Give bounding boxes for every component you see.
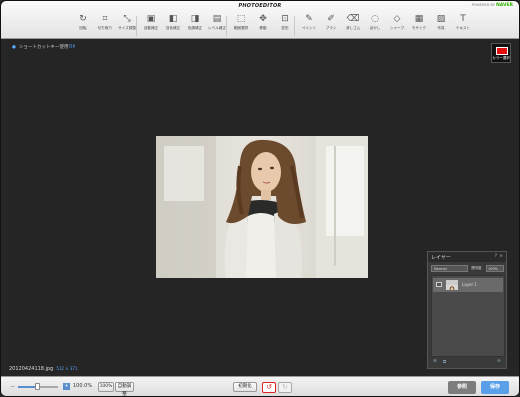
tool-tone-correct-button[interactable]: ◨ 色調補正 xyxy=(183,12,207,38)
toolbar-separator xyxy=(294,16,295,36)
layer-controls: Normal 透明度 100% xyxy=(431,265,505,273)
tool-blur-button[interactable]: ◌ ぼかし xyxy=(363,12,387,38)
photo-icon: ▨ xyxy=(436,14,446,24)
tool-label: 色調補正 xyxy=(187,26,203,30)
tool-selection-button[interactable]: ⬚ 範囲選択 xyxy=(229,12,253,38)
tool-color-correct-button[interactable]: ◧ 自色補正 xyxy=(161,12,185,38)
fit-to-window-button[interactable]: 自動調整 xyxy=(115,382,134,396)
duplicate-layer-icon[interactable]: ⧉ xyxy=(443,359,446,365)
tool-move-button[interactable]: ✥ 移動 xyxy=(251,12,275,38)
tool-label: 自動補正 xyxy=(143,26,159,30)
help-icon[interactable]: ? xyxy=(495,254,497,259)
color-picker-label: カラー選択 xyxy=(492,56,510,60)
opacity-label: 透明度 xyxy=(471,266,482,270)
color-correct-icon: ◧ xyxy=(168,14,178,24)
zoom-in-button[interactable]: + xyxy=(63,383,70,390)
tool-label: 回転 xyxy=(79,26,87,30)
browse-button[interactable]: 参照 xyxy=(448,381,476,394)
delete-layer-icon[interactable]: ⊖ xyxy=(497,359,501,364)
layer-thumbnail xyxy=(446,280,458,290)
close-icon[interactable]: × xyxy=(499,254,503,259)
opacity-select[interactable]: 100% xyxy=(486,265,504,272)
tool-rotate-button[interactable]: ↻ 回転 xyxy=(71,12,95,38)
tool-mosaic-button[interactable]: ▦ モザイク xyxy=(407,12,431,38)
photo-editor-window: PHOTOEDITOR POWERED BY NAVER ↻ 回転 ⌗ 切り取り ⤡ サイ… xyxy=(0,0,520,397)
layer-thumbnail-image xyxy=(446,285,458,290)
rotate-icon: ↻ xyxy=(79,14,87,24)
mosaic-icon: ▦ xyxy=(414,14,424,24)
zoom-slider-knob[interactable] xyxy=(35,383,40,390)
undo-button[interactable]: ↺ xyxy=(262,382,276,393)
tool-label: 消しゴム xyxy=(345,26,361,30)
tool-crop-button[interactable]: ⌗ 切り取り xyxy=(93,12,117,38)
sharpen-icon: ◇ xyxy=(393,14,401,24)
zoom-out-button[interactable]: − xyxy=(10,383,15,390)
paint-icon: ✎ xyxy=(305,14,313,24)
portrait-photo xyxy=(156,136,368,278)
tool-label: シャープ xyxy=(389,26,405,30)
tool-label: 写真 xyxy=(437,26,445,30)
tool-label: 移動 xyxy=(259,26,267,30)
top-toolbar: PHOTOEDITOR POWERED BY NAVER ↻ 回転 ⌗ 切り取り ⤡ サイ… xyxy=(1,1,519,39)
move-icon: ✥ xyxy=(259,14,267,24)
zoom-slider[interactable] xyxy=(18,383,58,390)
tool-label: 自色補正 xyxy=(165,26,181,30)
layer-visibility-icon[interactable] xyxy=(436,282,442,287)
layer-panel: レイヤー ? × Normal 透明度 100% Layer 1 ⊕ ⧉ ⊖ xyxy=(427,251,507,369)
save-button[interactable]: 保存 xyxy=(481,381,509,394)
layer-row[interactable]: Layer 1 xyxy=(433,278,503,292)
brush-icon: ✐ xyxy=(327,14,335,24)
tool-label: モザイク xyxy=(411,26,427,30)
bottom-bar: − + 100.0% 100% 自動調整 初期化 ↺ ↻ 参照 保存 xyxy=(1,376,519,396)
tool-label: 切り取り xyxy=(97,26,113,30)
tool-label: 範囲選択 xyxy=(233,26,249,30)
blur-icon: ◌ xyxy=(371,14,379,24)
layer-name: Layer 1 xyxy=(462,282,477,287)
text-icon: T xyxy=(460,14,466,24)
selection-icon: ⬚ xyxy=(236,14,246,24)
layer-panel-title: レイヤー xyxy=(431,255,451,261)
zoom-value: 100.0% xyxy=(73,383,93,389)
tool-paint-button[interactable]: ✎ ペイント xyxy=(297,12,321,38)
powered-by-label: POWERED BY NAVER xyxy=(471,3,513,8)
shortcut-tip[interactable]: ● ショートカットキー使用TIP xyxy=(12,44,75,50)
eraser-icon: ⌫ xyxy=(346,14,360,24)
canvas-image[interactable] xyxy=(156,136,368,278)
tool-eraser-button[interactable]: ⌫ 消しゴム xyxy=(341,12,365,38)
blend-mode-select[interactable]: Normal xyxy=(431,265,468,272)
toolbar-separator xyxy=(136,16,137,36)
add-layer-icon[interactable]: ⊕ xyxy=(433,359,437,364)
color-picker-button[interactable]: カラー選択 xyxy=(491,43,511,63)
tool-label: ぼかし xyxy=(369,26,381,30)
layer-panel-header: レイヤー ? × xyxy=(428,252,506,262)
tool-sharpen-button[interactable]: ◇ シャープ xyxy=(385,12,409,38)
file-info: 20120424118.jpg 512 × 371 xyxy=(9,366,78,372)
tool-text-button[interactable]: T テキスト xyxy=(451,12,475,38)
tool-auto-correct-button[interactable]: ▣ 自動補正 xyxy=(139,12,163,38)
auto-correct-icon: ▣ xyxy=(146,14,156,24)
app-logo: PHOTOEDITOR xyxy=(238,3,282,9)
layer-panel-footer: ⊕ ⧉ ⊖ xyxy=(431,359,505,367)
actual-size-button[interactable]: 100% xyxy=(98,382,114,392)
crop-icon: ⌗ xyxy=(102,14,108,24)
color-swatch xyxy=(496,47,508,55)
tip-bullet-icon: ● xyxy=(12,45,16,50)
tool-label: ブラシ xyxy=(325,26,337,30)
tool-photo-button[interactable]: ▨ 写真 xyxy=(429,12,453,38)
redo-button[interactable]: ↻ xyxy=(278,382,292,393)
tool-label: ペイント xyxy=(301,26,317,30)
tone-correct-icon: ◨ xyxy=(190,14,200,24)
tool-brush-button[interactable]: ✐ ブラシ xyxy=(319,12,343,38)
reset-button[interactable]: 初期化 xyxy=(233,382,257,392)
toolbar-separator xyxy=(226,16,227,36)
layer-list: Layer 1 xyxy=(431,275,505,357)
tool-label: テキスト xyxy=(455,26,471,30)
